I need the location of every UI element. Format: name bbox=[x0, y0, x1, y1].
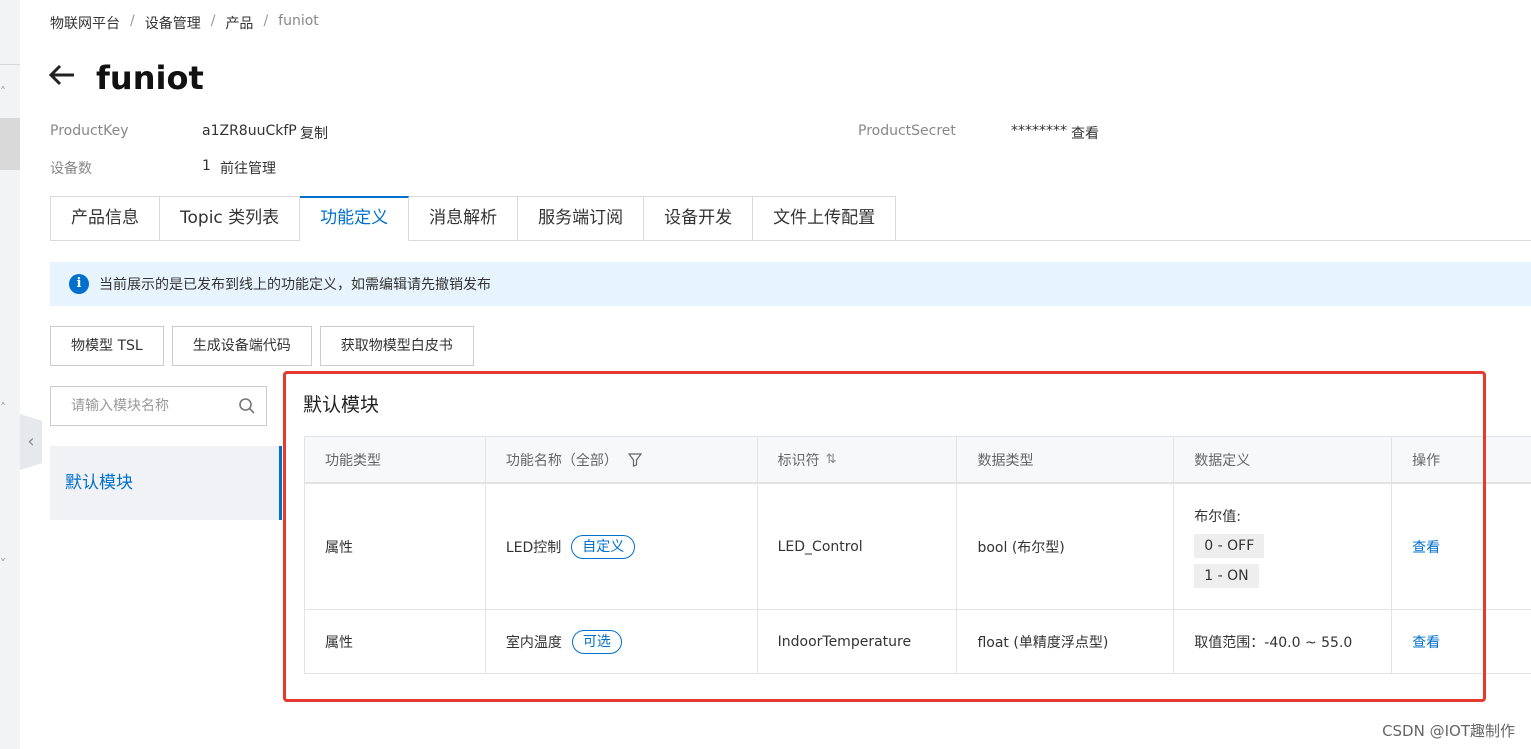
device-count-label: 设备数 bbox=[50, 161, 92, 177]
header-feature-type: 功能类型 bbox=[305, 437, 486, 482]
feature-name: 室内温度 bbox=[505, 634, 562, 651]
view-secret-link[interactable]: 查看 bbox=[1071, 123, 1099, 143]
product-secret-value: ******** bbox=[1011, 123, 1067, 139]
copy-link[interactable]: 复制 bbox=[300, 123, 328, 143]
generate-code-button[interactable]: 生成设备端代码 bbox=[171, 326, 312, 366]
tab-device-development[interactable]: 设备开发 bbox=[644, 196, 754, 241]
module-item-default[interactable]: 默认模块 bbox=[50, 446, 282, 520]
tab-feature-definition[interactable]: 功能定义 bbox=[300, 196, 410, 241]
tab-server-subscription[interactable]: 服务端订阅 bbox=[518, 196, 645, 241]
view-link[interactable]: 查看 bbox=[1412, 537, 1440, 557]
alert-text: 当前展示的是已发布到线上的功能定义，如需编辑请先撤销发布 bbox=[99, 277, 491, 293]
tab-file-upload-config[interactable]: 文件上传配置 bbox=[753, 196, 897, 241]
title-row: funiot bbox=[48, 58, 204, 98]
breadcrumb: 物联网平台 / 设备管理 / 产品 / funiot bbox=[50, 13, 319, 33]
breadcrumb-separator: / bbox=[210, 13, 216, 29]
cell-data-type: float (单精度浮点型) bbox=[957, 610, 1175, 673]
search-icon[interactable] bbox=[238, 397, 256, 415]
table-row: 属性 LED控制 自定义 LED_Control bool (布尔型) 布尔值:… bbox=[304, 484, 1531, 610]
chevron-up-icon[interactable]: ˄ bbox=[0, 400, 12, 416]
tab-divider bbox=[50, 240, 1531, 241]
product-key-label: ProductKey bbox=[50, 123, 129, 139]
definition-value: 0 - OFF bbox=[1194, 533, 1265, 558]
toolbar: 物模型 TSL 生成设备端代码 获取物模型白皮书 bbox=[50, 326, 474, 366]
header-label: 功能类型 bbox=[325, 452, 381, 469]
definition-value: 1 - ON bbox=[1194, 563, 1259, 588]
table-row: 属性 室内温度 可选 IndoorTemperature float (单精度浮… bbox=[304, 610, 1531, 674]
breadcrumb-item[interactable]: 设备管理 bbox=[145, 13, 201, 33]
chevron-left-icon: ‹ bbox=[27, 431, 35, 452]
optional-tag: 可选 bbox=[571, 629, 622, 654]
header-label: 功能名称（全部） bbox=[505, 452, 618, 469]
info-alert: i 当前展示的是已发布到线上的功能定义，如需编辑请先撤销发布 bbox=[50, 262, 1531, 306]
gutter-divider bbox=[0, 64, 20, 65]
breadcrumb-current: funiot bbox=[278, 13, 319, 29]
chevron-up-icon[interactable]: ˄ bbox=[0, 84, 12, 100]
breadcrumb-item[interactable]: 产品 bbox=[225, 13, 253, 33]
table-header-row: 功能类型 功能名称（全部） 标识符 ⇅ 数据类型 数据定义 操作 bbox=[304, 437, 1531, 484]
tab-bar: 产品信息 Topic 类列表 功能定义 消息解析 服务端订阅 设备开发 文件上传… bbox=[50, 196, 897, 241]
breadcrumb-separator: / bbox=[263, 13, 269, 29]
manage-link[interactable]: 前往管理 bbox=[220, 158, 276, 178]
tab-topic-list[interactable]: Topic 类列表 bbox=[160, 196, 301, 241]
feature-name: LED控制 bbox=[505, 539, 562, 556]
cell-actions: 查看 bbox=[1392, 610, 1531, 673]
cell-data-definition: 取值范围：-40.0 ~ 55.0 bbox=[1174, 610, 1393, 673]
whitepaper-button[interactable]: 获取物模型白皮书 bbox=[319, 326, 474, 366]
tab-message-parsing[interactable]: 消息解析 bbox=[409, 196, 519, 241]
header-data-type: 数据类型 bbox=[957, 437, 1175, 482]
cell-identifier: IndoorTemperature bbox=[758, 610, 958, 673]
back-arrow-icon[interactable] bbox=[48, 58, 76, 98]
module-search bbox=[50, 386, 267, 426]
view-link[interactable]: 查看 bbox=[1412, 632, 1440, 652]
breadcrumb-separator: / bbox=[130, 13, 135, 29]
product-key-value: a1ZR8uuCkfP bbox=[202, 123, 297, 139]
cell-actions: 查看 bbox=[1392, 484, 1531, 609]
gutter-highlight bbox=[0, 118, 20, 170]
sort-icon[interactable]: ⇅ bbox=[826, 452, 837, 467]
header-feature-name: 功能名称（全部） bbox=[486, 437, 758, 482]
device-count-value: 1 bbox=[202, 158, 211, 174]
cell-identifier: LED_Control bbox=[758, 484, 958, 609]
left-gutter: ˄ ˄ ˅ bbox=[0, 0, 20, 749]
cell-feature-name: 室内温度 可选 bbox=[486, 610, 758, 673]
cell-feature-type: 属性 bbox=[305, 484, 486, 609]
sidebar-collapse-toggle[interactable]: ‹ bbox=[20, 414, 42, 470]
cell-feature-name: LED控制 自定义 bbox=[486, 484, 758, 609]
cell-data-definition: 布尔值: 0 - OFF 1 - ON bbox=[1174, 484, 1393, 609]
module-search-input[interactable] bbox=[71, 398, 238, 414]
header-label: 数据定义 bbox=[1194, 452, 1251, 469]
header-data-definition: 数据定义 bbox=[1174, 437, 1393, 482]
info-icon: i bbox=[69, 274, 89, 294]
product-secret-label: ProductSecret bbox=[858, 123, 956, 139]
header-identifier: 标识符 ⇅ bbox=[758, 437, 958, 482]
panel-title: 默认模块 bbox=[303, 394, 380, 416]
cell-data-type: bool (布尔型) bbox=[957, 484, 1175, 609]
tsl-button[interactable]: 物模型 TSL bbox=[50, 326, 164, 366]
watermark: CSDN @IOT趣制作 bbox=[1382, 722, 1515, 740]
header-label: 操作 bbox=[1412, 452, 1441, 469]
page-title: funiot bbox=[96, 59, 204, 97]
chevron-down-icon[interactable]: ˅ bbox=[0, 556, 12, 572]
custom-tag: 自定义 bbox=[571, 534, 636, 559]
tab-product-info[interactable]: 产品信息 bbox=[50, 196, 160, 241]
filter-icon[interactable] bbox=[627, 452, 643, 467]
feature-table: 功能类型 功能名称（全部） 标识符 ⇅ 数据类型 数据定义 操作 属性 LED控… bbox=[304, 436, 1531, 674]
header-label: 标识符 bbox=[777, 452, 820, 469]
cell-feature-type: 属性 bbox=[305, 610, 486, 673]
definition-label: 布尔值: bbox=[1194, 508, 1242, 525]
header-actions: 操作 bbox=[1392, 437, 1531, 482]
header-label: 数据类型 bbox=[977, 452, 1034, 469]
breadcrumb-item[interactable]: 物联网平台 bbox=[50, 13, 120, 33]
